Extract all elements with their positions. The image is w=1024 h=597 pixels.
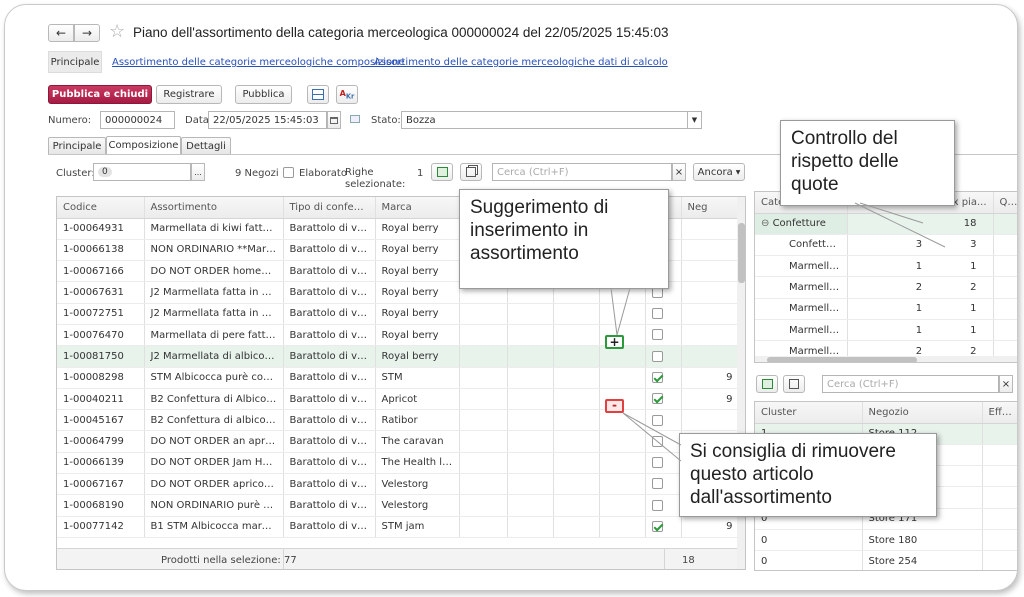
pointer-suggest <box>616 287 631 336</box>
pointer-quote <box>859 202 924 224</box>
pointer-quote <box>854 202 946 248</box>
pointer-suggest <box>610 287 618 336</box>
callout-pointers <box>610 202 946 462</box>
pointer-remove <box>622 412 682 446</box>
screenshot-frame: ← → ☆ Piano dell'assortimento della cate… <box>4 4 1018 591</box>
pointer-remove <box>622 412 682 462</box>
